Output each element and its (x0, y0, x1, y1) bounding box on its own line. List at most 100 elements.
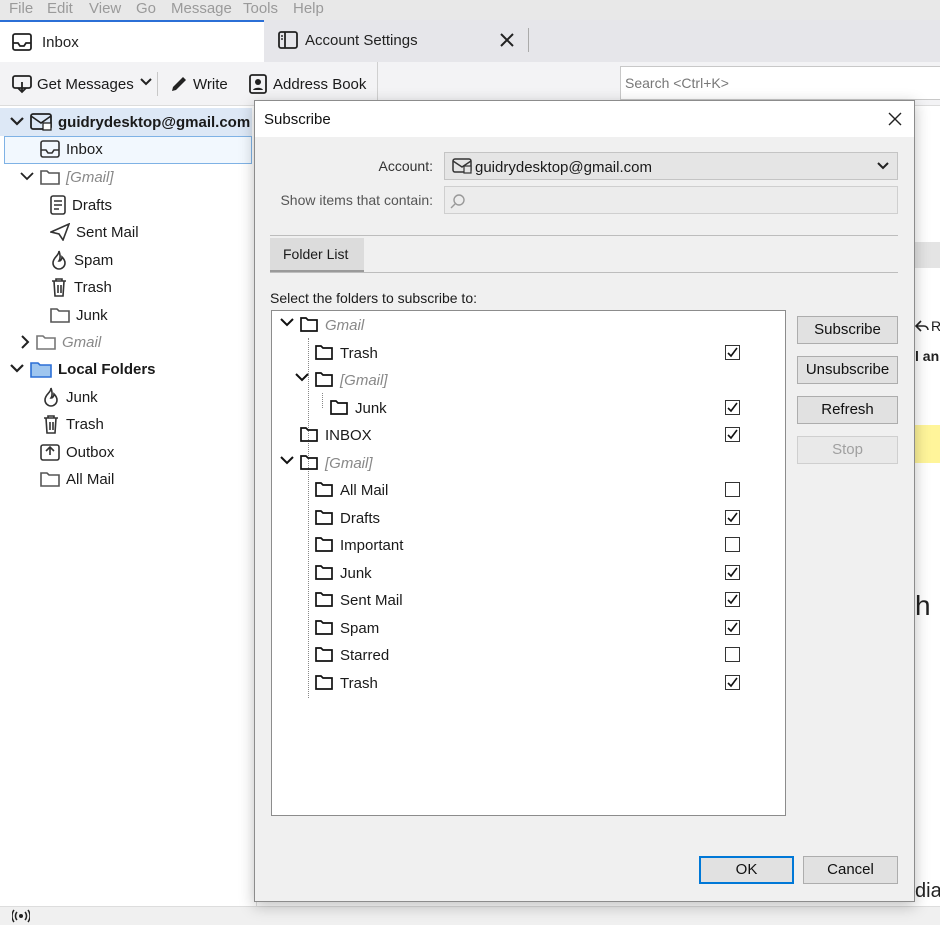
menu-go[interactable]: Go (136, 0, 156, 17)
tree-row[interactable]: [Gmail] (272, 450, 785, 477)
chevron-down-icon[interactable] (280, 456, 294, 466)
subscribe-checkbox[interactable] (725, 592, 740, 607)
tree-row[interactable]: INBOX (272, 422, 785, 449)
folder-label: Junk (66, 388, 98, 406)
filter-input[interactable] (444, 186, 898, 214)
tree-row[interactable]: Gmail (272, 312, 785, 339)
address-book-label: Address Book (273, 75, 367, 93)
pencil-icon (170, 75, 188, 93)
subscribe-checkbox[interactable] (725, 647, 740, 662)
subscribe-checkbox[interactable] (725, 427, 740, 442)
chevron-down-icon (20, 172, 34, 181)
tree-row[interactable]: [Gmail] (272, 367, 785, 394)
folder-all-mail[interactable]: All Mail (40, 466, 114, 492)
subscribe-checkbox[interactable] (725, 345, 740, 360)
tree-row[interactable]: Spam (272, 615, 785, 642)
tab-inbox[interactable]: Inbox (0, 20, 264, 62)
account-select[interactable]: guidrydesktop@gmail.com (444, 152, 898, 180)
cancel-button[interactable]: Cancel (803, 856, 898, 884)
settings-book-icon (278, 31, 298, 49)
tree-row[interactable]: Starred (272, 642, 785, 669)
folder-gmail[interactable]: Gmail (20, 329, 101, 355)
subscribe-checkbox[interactable] (725, 482, 740, 497)
menubar: File Edit View Go Message Tools Help (0, 0, 940, 20)
folder-label: Sent Mail (76, 223, 139, 241)
subscribe-checkbox[interactable] (725, 620, 740, 635)
write-label: Write (193, 75, 228, 93)
folder-account[interactable]: guidrydesktop@gmail.com (10, 109, 250, 135)
folder-icon (315, 537, 333, 552)
folder-tree[interactable]: Gmail Trash [Gmail] Junk INBOX [Gmail] A… (271, 310, 786, 816)
folder-inbox[interactable]: Inbox (40, 136, 103, 162)
menu-help[interactable]: Help (293, 0, 324, 17)
search-placeholder: Search <Ctrl+K> (625, 75, 729, 91)
folder-name: Trash (340, 345, 378, 362)
account-value: guidrydesktop@gmail.com (475, 159, 652, 176)
get-messages-dropdown-icon[interactable] (140, 78, 152, 86)
tab-divider (270, 235, 898, 236)
subscribe-checkbox[interactable] (725, 537, 740, 552)
subscribe-checkbox[interactable] (725, 510, 740, 525)
address-book-button[interactable]: Address Book (248, 72, 366, 96)
tree-row[interactable]: Junk (272, 560, 785, 587)
chevron-down-icon[interactable] (295, 373, 309, 383)
bg-reply-button[interactable]: R (915, 312, 940, 342)
tree-row[interactable]: Trash (272, 340, 785, 367)
address-book-icon (248, 74, 268, 94)
close-tab-icon[interactable] (500, 33, 514, 47)
folder-label: Local Folders (58, 360, 156, 378)
folder-icon (300, 317, 318, 332)
subscribe-checkbox[interactable] (725, 400, 740, 415)
subscribe-checkbox[interactable] (725, 565, 740, 580)
folder-local-trash[interactable]: Trash (42, 411, 104, 437)
tree-row[interactable]: Important (272, 532, 785, 559)
tree-row[interactable]: Trash (272, 670, 785, 697)
subscribe-checkbox[interactable] (725, 675, 740, 690)
online-status-icon[interactable] (12, 909, 30, 923)
subscribe-button[interactable]: Subscribe (797, 316, 898, 344)
search-input[interactable]: Search <Ctrl+K> (620, 66, 940, 100)
tree-row[interactable]: Sent Mail (272, 587, 785, 614)
menu-edit[interactable]: Edit (47, 0, 73, 17)
close-icon[interactable] (885, 109, 905, 129)
folder-name: Junk (355, 400, 387, 417)
folder-name: Sent Mail (340, 592, 403, 609)
folder-gmail-group[interactable]: [Gmail] (20, 164, 114, 190)
local-folder-icon (30, 361, 52, 378)
folder-sent-mail[interactable]: Sent Mail (50, 219, 139, 245)
folder-local-folders[interactable]: Local Folders (10, 356, 156, 382)
reply-icon (915, 320, 929, 332)
folder-local-junk[interactable]: Junk (42, 384, 98, 410)
tree-row[interactable]: Drafts (272, 505, 785, 532)
account-label: Account: (378, 158, 433, 174)
folder-name: Junk (340, 565, 372, 582)
folder-icon (315, 565, 333, 580)
inbox-icon (12, 33, 32, 51)
folder-trash[interactable]: Trash (50, 274, 112, 300)
menu-file[interactable]: File (9, 0, 33, 17)
folder-spam[interactable]: Spam (50, 247, 113, 273)
get-messages-button[interactable]: Get Messages (12, 72, 134, 96)
folder-icon (300, 455, 318, 470)
dialog-title: Subscribe (264, 111, 331, 128)
tab-inbox-label: Inbox (42, 34, 79, 51)
menu-tools[interactable]: Tools (243, 0, 278, 17)
menu-view[interactable]: View (89, 0, 121, 17)
tab-account-settings[interactable]: Account Settings (266, 20, 528, 62)
folder-outbox[interactable]: Outbox (40, 439, 114, 465)
tree-row[interactable]: Junk (272, 395, 785, 422)
menu-message[interactable]: Message (171, 0, 232, 17)
folder-label: Spam (74, 251, 114, 269)
folder-drafts[interactable]: Drafts (50, 192, 112, 218)
trash-icon (52, 278, 66, 297)
ok-button[interactable]: OK (699, 856, 794, 884)
write-button[interactable]: Write (170, 72, 228, 96)
refresh-button[interactable]: Refresh (797, 396, 898, 424)
folder-name: Important (340, 537, 404, 554)
tab-folder-list[interactable]: Folder List (270, 238, 364, 272)
unsubscribe-button[interactable]: Unsubscribe (797, 356, 898, 384)
tree-row[interactable]: All Mail (272, 477, 785, 504)
chevron-down-icon[interactable] (280, 318, 294, 328)
folder-junk[interactable]: Junk (50, 302, 108, 328)
stop-button[interactable]: Stop (797, 436, 898, 464)
